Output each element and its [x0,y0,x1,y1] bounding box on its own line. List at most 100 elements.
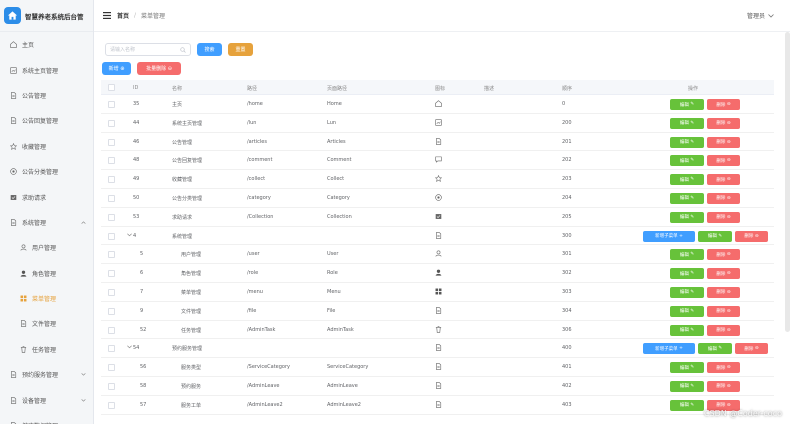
table-row[interactable]: 48 公告回复管理/comment Comment 202 编辑 ✎ 删除 ⊖ [101,151,774,171]
add-child-button[interactable]: 新增子菜单 + [643,343,695,355]
row-checkbox[interactable] [108,307,115,315]
batch-delete-button[interactable]: 批量删除 ⊖ [137,62,181,75]
row-checkbox[interactable] [108,138,115,146]
sidebar-item-label: 用户管理 [32,245,57,253]
row-checkbox[interactable] [108,194,115,202]
delete-button[interactable]: 删除 ⊖ [707,305,740,317]
sidebar-item-5[interactable]: 公告分类管理 [0,159,93,184]
delete-button[interactable]: 删除 ⊖ [707,324,740,336]
search-input[interactable]: 请输入名称 [105,43,191,56]
edit-button[interactable]: 编辑 ✎ [670,362,704,374]
delete-button[interactable]: 删除 ⊖ [707,99,740,110]
table-row[interactable]: 5 用户管理/user User 301 编辑 ✎ 删除 ⊖ [101,245,774,265]
delete-button[interactable]: 删除 ⊖ [707,268,740,280]
edit-button[interactable]: 编辑 ✎ [670,174,704,186]
edit-button[interactable]: 编辑 ✎ [670,380,704,392]
delete-button[interactable]: 删除 ⊖ [707,380,740,392]
row-checkbox[interactable] [108,326,115,334]
row-checkbox[interactable] [108,157,115,165]
sidebar-item-8[interactable]: 用户管理 [0,235,93,260]
add-button[interactable]: 新增 ⊕ [102,62,131,75]
document-icon [9,396,17,404]
table-row[interactable]: 7 菜单管理/menu Menu 303 编辑 ✎ 删除 ⊖ [101,283,774,302]
select-all-checkbox[interactable] [108,84,115,91]
sidebar-item-9[interactable]: 角色管理 [0,261,93,286]
edit-button[interactable]: 编辑 ✎ [670,155,704,167]
row-checkbox[interactable] [108,232,115,240]
row-checkbox[interactable] [108,101,115,108]
expand-arrow-icon[interactable] [127,233,132,239]
edit-button[interactable]: 编辑 ✎ [670,192,704,204]
edit-button[interactable]: 编辑 ✎ [670,211,704,223]
edit-button[interactable]: 编辑 ✎ [670,249,704,261]
row-checkbox[interactable] [108,382,115,390]
sidebar-item-7[interactable]: 系统管理 [0,210,93,235]
user-dropdown[interactable]: 管理员 [747,11,774,20]
row-checkbox[interactable] [108,176,115,184]
table-row[interactable]: 50 公告分类管理/category Category 204 编辑 ✎ 删除 ⊖ [101,189,774,208]
sidebar-item-15[interactable]: 健康数据管理 [0,413,93,424]
delete-button[interactable]: 删除 ⊖ [735,343,768,355]
vertical-scrollbar[interactable] [785,32,790,332]
edit-button[interactable]: 编辑 ✎ [698,343,732,355]
table-row[interactable]: 53 求助请求/Collection Collection 205 编辑 ✎ 删除 ⊖ [101,208,774,227]
table-row[interactable]: 46 公告管理/articles Articles 201 编辑 ✎ 删除 ⊖ [101,133,774,152]
breadcrumb-home[interactable]: 首页 [117,11,129,20]
edit-button[interactable]: 编辑 ✎ [670,305,704,317]
delete-button[interactable]: 删除 ⊖ [707,174,740,186]
table-row[interactable]: 9 文件管理/file File 304 编辑 ✎ 删除 ⊖ [101,302,774,321]
table-row[interactable]: 56 服务类型/ServiceCategory ServiceCategory 401… [101,358,774,377]
sidebar-item-10[interactable]: 菜单管理 [0,286,93,311]
table-row[interactable]: 58 预约服务/AdminLeave AdminLeave 402 编辑 ✎ 删除 ⊖ [101,377,774,396]
sidebar-item-1[interactable]: 系统主页管理 [0,57,93,82]
expand-arrow-icon[interactable] [127,345,132,351]
delete-button[interactable]: 删除 ⊖ [707,211,740,223]
edit-button[interactable]: 编辑 ✎ [670,136,704,148]
delete-button[interactable]: 删除 ⊖ [707,117,740,129]
delete-button[interactable]: 删除 ⊖ [735,230,768,242]
edit-button[interactable]: 编辑 ✎ [670,324,704,336]
reset-button[interactable]: 重置 [228,43,253,56]
edit-button[interactable]: 编辑 ✎ [670,286,704,298]
row-checkbox[interactable] [108,401,115,409]
sidebar-item-4[interactable]: 收藏管理 [0,134,93,159]
row-checkbox[interactable] [108,364,115,372]
row-checkbox[interactable] [108,270,115,278]
delete-button[interactable]: 删除 ⊖ [707,286,740,298]
row-checkbox[interactable] [108,251,115,259]
sidebar-item-13[interactable]: 预约服务管理 [0,362,93,387]
delete-button[interactable]: 删除 ⊖ [707,192,740,204]
delete-button[interactable]: 删除 ⊖ [707,249,740,261]
table-row[interactable]: 35 主页/home Home 0 编辑 ✎ 删除 ⊖ [101,95,774,114]
table-row[interactable]: 4 系统管理 300 新增子菜单 + 编辑 ✎ 删除 ⊖ [101,227,774,246]
edit-button[interactable]: 编辑 ✎ [670,117,704,129]
table-row[interactable]: 44 系统主页管理/lun Lun 200 编辑 ✎ 删除 ⊖ [101,114,774,133]
sidebar-item-3[interactable]: 公告回复管理 [0,108,93,133]
edit-button[interactable]: 编辑 ✎ [670,268,704,280]
table-row[interactable]: 49 收藏管理/collect Collect 203 编辑 ✎ 删除 ⊖ [101,170,774,189]
delete-button[interactable]: 删除 ⊖ [707,155,740,167]
add-child-button[interactable]: 新增子菜单 + [643,230,695,242]
delete-button[interactable]: 删除 ⊖ [707,136,740,148]
table-row[interactable]: 52 任务管理/AdminTask AdminTask 306 编辑 ✎ 删除 ⊖ [101,321,774,340]
sidebar-item-0[interactable]: 主页 [0,32,93,57]
row-checkbox[interactable] [108,345,115,353]
table-row[interactable]: 57 服务工单/AdminLeave2 AdminLeave2 403 编辑 ✎ 删除 ⊖ [101,396,774,415]
cell-id: 57 [140,401,147,408]
edit-button[interactable]: 编辑 ✎ [698,230,732,242]
row-checkbox[interactable] [108,288,115,296]
row-checkbox[interactable] [108,119,115,127]
sidebar-item-12[interactable]: 任务管理 [0,337,93,362]
sidebar-item-14[interactable]: 设备管理 [0,387,93,412]
sidebar-item-11[interactable]: 文件管理 [0,311,93,336]
edit-button[interactable]: 编辑 ✎ [670,399,704,411]
row-checkbox[interactable] [108,213,115,221]
table-row[interactable]: 54 预约服务管理 400 新增子菜单 + 编辑 ✎ 删除 ⊖ [101,339,774,359]
table-row[interactable]: 6 角色管理/role Role 302 编辑 ✎ 删除 ⊖ [101,264,774,283]
sidebar-item-6[interactable]: 求助请求 [0,184,93,209]
sidebar-item-2[interactable]: 公告管理 [0,83,93,108]
edit-button[interactable]: 编辑 ✎ [670,99,704,110]
delete-button[interactable]: 删除 ⊖ [707,362,740,374]
search-button[interactable]: 搜索 [197,43,222,56]
hamburger-icon[interactable] [103,12,111,19]
